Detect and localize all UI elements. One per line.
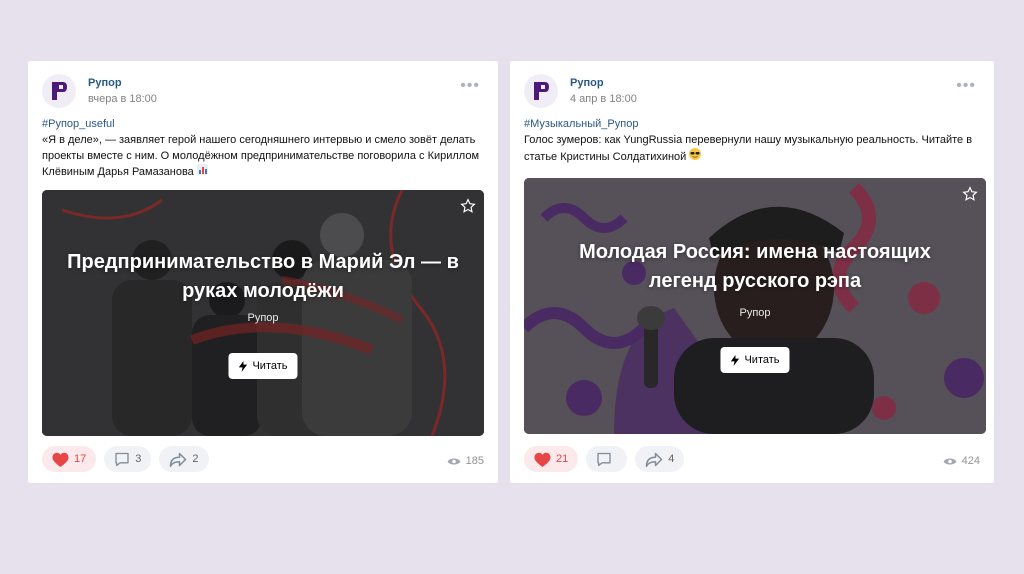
share-icon [646, 452, 663, 467]
comment-icon [597, 452, 611, 466]
bookmark-star-icon[interactable] [460, 198, 476, 219]
heart-icon [534, 452, 551, 467]
share-button[interactable]: 4 [635, 446, 685, 472]
post-time[interactable]: 4 апр в 18:00 [570, 93, 637, 105]
post-actions: 21 4 [524, 446, 685, 473]
image-overlay [524, 178, 986, 434]
comment-button[interactable]: 3 [104, 446, 152, 472]
hashtag-link[interactable]: #Музыкальный_Рупор [524, 116, 980, 132]
comment-icon [115, 452, 129, 466]
read-button-label: Читать [252, 360, 288, 372]
more-options-icon[interactable]: ••• [956, 78, 976, 94]
read-button-label: Читать [744, 354, 780, 366]
post-body: Голос зумеров: как YungRussia перевернул… [524, 134, 973, 163]
eye-icon [943, 457, 957, 465]
views-count: 185 [465, 455, 484, 467]
post-card: Рупор 4 апр в 18:00 ••• #Музыкальный_Руп… [509, 60, 995, 484]
share-icon [170, 452, 187, 467]
lightning-icon [238, 360, 248, 372]
article-source: Рупор [739, 307, 771, 319]
bar-chart-icon [196, 164, 208, 180]
views-counter: 185 [447, 455, 484, 467]
lightning-icon [730, 354, 740, 366]
post-actions: 17 3 2 [42, 446, 209, 473]
views-count: 424 [961, 455, 980, 467]
share-count: 4 [668, 453, 675, 465]
post-text: #Рупор_useful «Я в деле», — заявляет гер… [42, 116, 484, 180]
like-count: 17 [74, 453, 87, 465]
sunglasses-face-icon [689, 148, 702, 165]
views-counter: 424 [943, 455, 980, 467]
heart-icon [52, 452, 69, 467]
like-button[interactable]: 17 [42, 446, 97, 472]
article-title[interactable]: Предпринимательство в Марий Эл — в руках… [62, 248, 464, 306]
read-button[interactable]: Читать [720, 347, 790, 373]
avatar[interactable] [524, 74, 558, 108]
comment-count: 3 [135, 453, 142, 465]
bookmark-star-icon[interactable] [962, 186, 978, 207]
comment-button[interactable] [586, 446, 628, 472]
article-snippet[interactable]: Молодая Россия: имена настоящих легенд р… [524, 178, 986, 434]
like-button[interactable]: 21 [524, 446, 579, 472]
share-count: 2 [192, 453, 199, 465]
rupor-logo-icon [52, 82, 67, 100]
hashtag-link[interactable]: #Рупор_useful [42, 116, 484, 132]
rupor-logo-icon [534, 82, 549, 100]
post-text: #Музыкальный_Рупор Голос зумеров: как Yu… [524, 116, 980, 165]
post-body: «Я в деле», — заявляет герой нашего сего… [42, 134, 480, 178]
author-name[interactable]: Рупор [570, 77, 604, 89]
article-snippet[interactable]: Предпринимательство в Марий Эл — в руках… [42, 190, 484, 436]
like-count: 21 [556, 453, 569, 465]
article-title[interactable]: Молодая Россия: имена настоящих легенд р… [544, 238, 966, 296]
avatar[interactable] [42, 74, 76, 108]
share-button[interactable]: 2 [159, 446, 209, 472]
author-name[interactable]: Рупор [88, 77, 122, 89]
article-source: Рупор [247, 312, 279, 324]
read-button[interactable]: Читать [228, 353, 298, 379]
post-card: Рупор вчера в 18:00 ••• #Рупор_useful «Я… [27, 60, 499, 484]
eye-icon [447, 457, 461, 465]
more-options-icon[interactable]: ••• [460, 78, 480, 94]
post-time[interactable]: вчера в 18:00 [88, 93, 157, 105]
